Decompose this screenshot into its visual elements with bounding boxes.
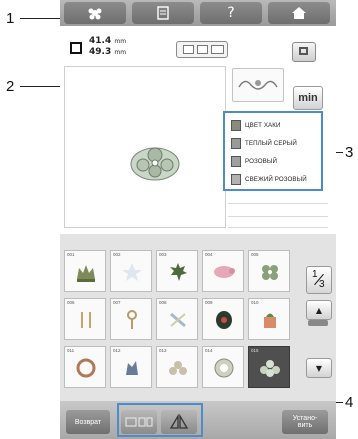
pattern-number: 013 <box>159 348 167 353</box>
pattern-number: 014 <box>205 348 213 353</box>
edit-buttons-group <box>117 403 203 437</box>
frame-selector[interactable] <box>176 41 228 58</box>
pattern-number: 007 <box>113 300 121 305</box>
lace-motif-preview <box>130 147 180 181</box>
min-button[interactable]: min <box>293 86 323 110</box>
instructions-button[interactable] <box>132 2 194 24</box>
scroll-indicator <box>308 320 328 326</box>
divider <box>228 203 328 204</box>
color-swatch <box>231 155 241 167</box>
embroidery-screen: ? 41.4 mm 49.3 mm min ЦВЕТ ХАКИ ТЕПЛЫЙ С… <box>60 0 336 439</box>
top-toolbar: ? <box>60 0 336 26</box>
callout-4: 4 <box>345 394 354 411</box>
back-button[interactable]: Возврат <box>66 410 110 434</box>
pattern-cell[interactable]: 003 <box>156 250 198 292</box>
pattern-cell[interactable]: 008 <box>156 298 198 340</box>
pig-icon <box>214 266 235 278</box>
pattern-cell[interactable]: 012 <box>110 346 152 388</box>
flower-icon <box>88 8 102 20</box>
pattern-cell[interactable]: 013 <box>156 346 198 388</box>
pattern-cell[interactable]: 002 <box>110 250 152 292</box>
leaf-icon <box>216 311 232 329</box>
pattern-number: 004 <box>205 252 213 257</box>
pattern-cell[interactable]: 004 <box>202 250 244 292</box>
color-swatch <box>231 173 241 185</box>
star-icon <box>122 263 142 281</box>
arrow-up-icon: ▲ <box>315 305 323 315</box>
maple-leaf-icon <box>170 263 187 281</box>
pattern-number: 006 <box>67 300 75 305</box>
arrow-down-icon: ▼ <box>315 363 323 373</box>
view-button[interactable] <box>292 42 316 62</box>
pattern-grid: 001 002 003 004 005 006 007 008 009 010 … <box>64 250 294 390</box>
pattern-info-area: 41.4 mm 49.3 mm min ЦВЕТ ХАКИ ТЕПЛЫЙ СЕР… <box>60 26 336 234</box>
pattern-height: 49.3 mm <box>89 47 127 57</box>
ornament-preview-icon <box>238 80 278 90</box>
divider <box>228 227 328 228</box>
pattern-button[interactable] <box>64 2 126 24</box>
pattern-cell[interactable]: 009 <box>202 298 244 340</box>
pattern-number: 002 <box>113 252 121 257</box>
pattern-cell-selected[interactable]: 015 <box>248 346 290 388</box>
callout-3: 3 <box>345 144 354 161</box>
crown-icon <box>77 265 95 282</box>
pattern-cell[interactable]: 014 <box>202 346 244 388</box>
color-row[interactable]: СВЕЖИЙ РОЗОВЫЙ <box>231 172 321 186</box>
pattern-number: 003 <box>159 252 167 257</box>
pattern-number: 009 <box>205 300 213 305</box>
pattern-cell[interactable]: 001 <box>64 250 106 292</box>
color-row[interactable]: РОЗОВЫЙ <box>231 154 321 168</box>
page-up-button[interactable]: ▲ <box>306 300 332 320</box>
dragonfly-icon <box>170 312 186 328</box>
color-swatch <box>231 137 241 149</box>
help-button[interactable]: ? <box>200 2 262 24</box>
flower-ornament-icon <box>169 361 187 375</box>
thread-preview <box>232 68 284 102</box>
round-ornament-icon <box>214 358 234 378</box>
document-icon <box>157 6 169 20</box>
mug-icon <box>264 313 276 328</box>
pattern-number: 011 <box>67 348 75 353</box>
page-down-button[interactable]: ▼ <box>306 358 332 378</box>
dragonfly-icon <box>81 312 91 328</box>
callout-2: 2 <box>6 78 15 95</box>
callout-1: 1 <box>6 10 15 27</box>
pattern-cell[interactable]: 005 <box>248 250 290 292</box>
home-icon <box>292 7 306 19</box>
color-name: ЦВЕТ ХАКИ <box>245 121 281 129</box>
color-name: ТЕПЛЫЙ СЕРЫЙ <box>245 139 297 147</box>
set-button[interactable]: Устано- вить <box>282 410 328 434</box>
pattern-cell[interactable]: 007 <box>110 298 152 340</box>
pattern-cell[interactable]: 010 <box>248 298 290 340</box>
pattern-cell[interactable]: 006 <box>64 298 106 340</box>
thread-color-list: ЦВЕТ ХАКИ ТЕПЛЫЙ СЕРЫЙ РОЗОВЫЙ СВЕЖИЙ РО… <box>223 111 323 191</box>
sewing-area <box>64 66 226 228</box>
lace-ornament-icon <box>260 360 280 377</box>
pattern-number: 015 <box>251 348 259 353</box>
divider <box>228 216 328 217</box>
wreath-icon <box>76 358 96 378</box>
pattern-number: 012 <box>113 348 121 353</box>
pattern-width: 41.4 mm <box>89 36 127 46</box>
color-name: СВЕЖИЙ РОЗОВЫЙ <box>245 175 307 183</box>
size-icon <box>70 42 82 54</box>
pattern-number: 010 <box>251 300 259 305</box>
pattern-cell[interactable]: 011 <box>64 346 106 388</box>
pattern-number: 005 <box>251 252 259 257</box>
lion-icon <box>126 361 138 375</box>
home-button[interactable] <box>268 2 330 24</box>
help-icon: ? <box>227 5 235 21</box>
color-name: РОЗОВЫЙ <box>245 157 278 165</box>
color-row[interactable]: ЦВЕТ ХАКИ <box>231 118 321 132</box>
flower-icon <box>262 265 278 280</box>
color-row[interactable]: ТЕПЛЫЙ СЕРЫЙ <box>231 136 321 150</box>
page-indicator: 1 3 <box>306 266 332 294</box>
key-icon <box>127 310 137 329</box>
color-swatch <box>231 119 241 131</box>
pattern-number: 008 <box>159 300 167 305</box>
pattern-number: 001 <box>67 252 75 257</box>
